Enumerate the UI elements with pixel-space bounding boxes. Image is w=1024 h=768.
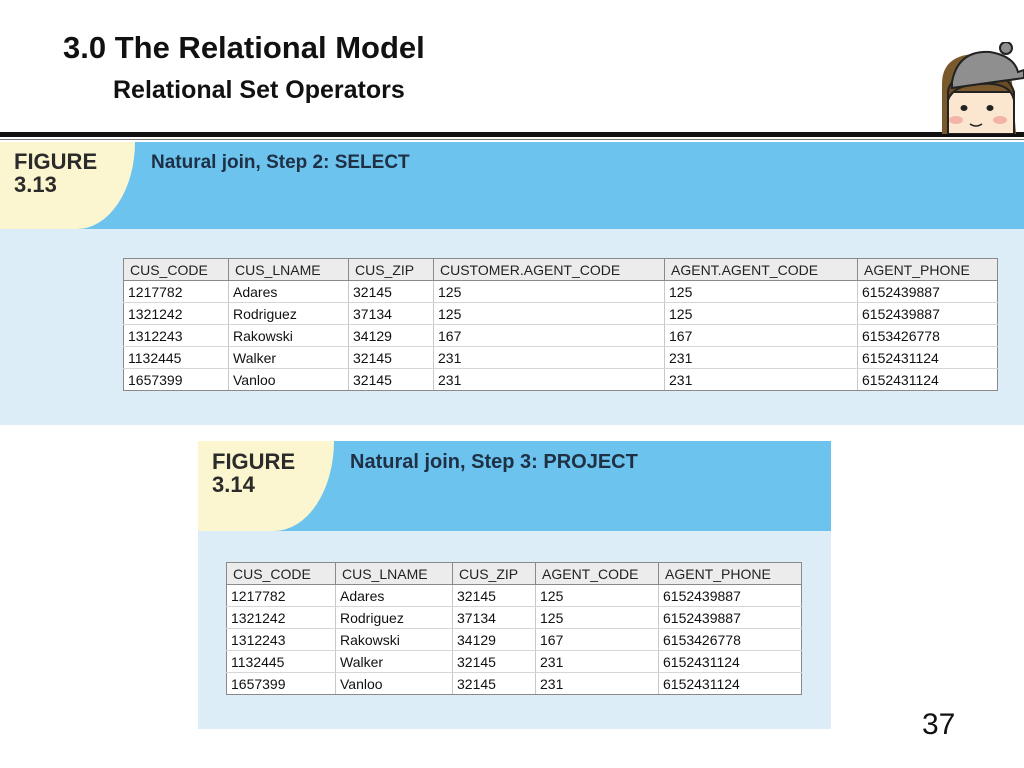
cell: 1312243 — [226, 628, 336, 651]
cell: Walker — [228, 346, 349, 369]
cell: 32145 — [452, 650, 536, 673]
cell: Adares — [335, 584, 453, 607]
cell: 167 — [664, 324, 858, 347]
table-row: 1657399 Vanloo 32145 231 6152431124 — [226, 672, 802, 695]
table-row: 1132445 Walker 32145 231 231 6152431124 — [123, 346, 998, 369]
table-row: 1132445 Walker 32145 231 6152431124 — [226, 650, 802, 673]
cell: 125 — [664, 302, 858, 325]
table-header-row: CUS_CODE CUS_LNAME CUS_ZIP AGENT_CODE AG… — [226, 562, 802, 585]
cell: 1217782 — [226, 584, 336, 607]
cell: 125 — [433, 280, 665, 303]
table-row: 1217782 Adares 32145 125 125 6152439887 — [123, 280, 998, 303]
select-result-table: CUS_CODE CUS_LNAME CUS_ZIP CUSTOMER.AGEN… — [123, 258, 998, 391]
cell: 231 — [664, 346, 858, 369]
cell: 167 — [433, 324, 665, 347]
table-row: 1657399 Vanloo 32145 231 231 6152431124 — [123, 368, 998, 391]
figure-label-word: FIGURE — [212, 449, 296, 474]
slide-subtitle: Relational Set Operators — [113, 76, 405, 104]
cell: 6152439887 — [658, 606, 802, 629]
page-number: 37 — [922, 708, 956, 741]
table-row: 1217782 Adares 32145 125 6152439887 — [226, 584, 802, 607]
cell: Rodriguez — [228, 302, 349, 325]
cell: 34129 — [348, 324, 434, 347]
column-header: CUS_CODE — [123, 258, 229, 281]
cell: 1217782 — [123, 280, 229, 303]
cell: 32145 — [348, 280, 434, 303]
cell: 167 — [535, 628, 659, 651]
cell: 125 — [664, 280, 858, 303]
cell: Rakowski — [228, 324, 349, 347]
cell: Walker — [335, 650, 453, 673]
cell: 231 — [664, 368, 858, 391]
cell: Rodriguez — [335, 606, 453, 629]
cell: 6152431124 — [857, 346, 998, 369]
cell: 1657399 — [123, 368, 229, 391]
cell: 6152431124 — [658, 650, 802, 673]
cell: 125 — [433, 302, 665, 325]
cell: 125 — [535, 584, 659, 607]
cell: 37134 — [348, 302, 434, 325]
cell: 125 — [535, 606, 659, 629]
figure-label: FIGURE 3.13 — [14, 150, 97, 196]
figure-label-number: 3.13 — [14, 172, 57, 198]
cartoon-person-with-cap-icon — [942, 42, 1024, 134]
figure-label: FIGURE 3.14 — [212, 450, 295, 496]
cell: 231 — [433, 346, 665, 369]
cell: 32145 — [452, 672, 536, 695]
header-divider — [0, 132, 1024, 137]
header-divider-thin — [0, 139, 1024, 140]
cell: 6152431124 — [658, 672, 802, 695]
figure-title: Natural join, Step 3: PROJECT — [350, 451, 638, 473]
cell: 6152431124 — [857, 368, 998, 391]
project-result-table: CUS_CODE CUS_LNAME CUS_ZIP AGENT_CODE AG… — [226, 562, 802, 695]
cell: 231 — [535, 650, 659, 673]
cell: 231 — [535, 672, 659, 695]
cell: 6153426778 — [658, 628, 802, 651]
cell: 1132445 — [123, 346, 229, 369]
cell: 32145 — [348, 346, 434, 369]
table-row: 1312243 Rakowski 34129 167 167 615342677… — [123, 324, 998, 347]
cell: 32145 — [452, 584, 536, 607]
cell: 6153426778 — [857, 324, 998, 347]
column-header: CUS_CODE — [226, 562, 336, 585]
column-header: AGENT_CODE — [535, 562, 659, 585]
cell: 1321242 — [226, 606, 336, 629]
cell: 1657399 — [226, 672, 336, 695]
column-header: CUSTOMER.AGENT_CODE — [433, 258, 665, 281]
figure-label-number: 3.14 — [212, 472, 255, 498]
cell: 32145 — [348, 368, 434, 391]
cell: 231 — [433, 368, 665, 391]
figure-label-word: FIGURE — [14, 149, 98, 174]
column-header: CUS_LNAME — [228, 258, 349, 281]
table-row: 1321242 Rodriguez 37134 125 125 61524398… — [123, 302, 998, 325]
cell: Vanloo — [335, 672, 453, 695]
slide-title: 3.0 The Relational Model — [63, 30, 425, 65]
cell: 1132445 — [226, 650, 336, 673]
figure-title: Natural join, Step 2: SELECT — [151, 152, 410, 173]
column-header: CUS_LNAME — [335, 562, 453, 585]
cell: Rakowski — [335, 628, 453, 651]
cell: 34129 — [452, 628, 536, 651]
cell: 6152439887 — [857, 302, 998, 325]
cell: 1321242 — [123, 302, 229, 325]
figure-3-14-panel: FIGURE 3.14 Natural join, Step 3: PROJEC… — [198, 441, 831, 729]
cell: Vanloo — [228, 368, 349, 391]
cell: 6152439887 — [857, 280, 998, 303]
table-row: 1312243 Rakowski 34129 167 6153426778 — [226, 628, 802, 651]
table-header-row: CUS_CODE CUS_LNAME CUS_ZIP CUSTOMER.AGEN… — [123, 258, 998, 281]
column-header: AGENT.AGENT_CODE — [664, 258, 858, 281]
figure-3-13-panel: FIGURE 3.13 Natural join, Step 2: SELECT… — [0, 142, 1024, 425]
cell: Adares — [228, 280, 349, 303]
cell: 37134 — [452, 606, 536, 629]
table-row: 1321242 Rodriguez 37134 125 6152439887 — [226, 606, 802, 629]
cell: 6152439887 — [658, 584, 802, 607]
column-header: AGENT_PHONE — [658, 562, 802, 585]
column-header: CUS_ZIP — [452, 562, 536, 585]
column-header: CUS_ZIP — [348, 258, 434, 281]
column-header: AGENT_PHONE — [857, 258, 998, 281]
cell: 1312243 — [123, 324, 229, 347]
